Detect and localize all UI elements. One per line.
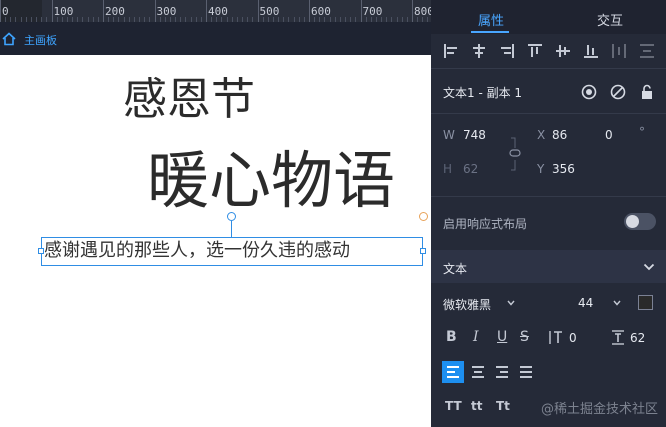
- responsive-layout-toggle[interactable]: [624, 213, 656, 230]
- rotation-input[interactable]: 0: [605, 128, 613, 142]
- align-right-icon[interactable]: [499, 43, 515, 59]
- ruler-major-tick: [309, 0, 310, 22]
- toggle-knob: [626, 215, 639, 228]
- text-section-header[interactable]: 文本: [431, 250, 666, 283]
- resize-handle-left[interactable]: [38, 248, 44, 254]
- chevron-down-icon[interactable]: [643, 262, 655, 272]
- height-label: H: [443, 162, 453, 176]
- x-input[interactable]: 86: [552, 128, 567, 142]
- divider: [431, 196, 666, 197]
- paragraph-align-right-icon[interactable]: [491, 361, 513, 383]
- layer-name: 文本1 - 副本 1: [443, 86, 523, 100]
- ruler-major-tick: [51, 0, 53, 22]
- rotation-stem: [231, 221, 232, 237]
- paragraph-align-center-icon[interactable]: [467, 361, 489, 383]
- canvas-text-thanksgiving[interactable]: 感恩节: [123, 78, 255, 122]
- paragraph-justify-icon[interactable]: [515, 361, 537, 383]
- font-size-select[interactable]: 44: [578, 296, 593, 310]
- chevron-down-icon[interactable]: [613, 300, 621, 306]
- tab-interaction[interactable]: 交互: [597, 10, 623, 29]
- divider: [431, 68, 666, 69]
- link-ratio-icon[interactable]: [508, 136, 522, 172]
- align-left-icon[interactable]: [443, 43, 459, 59]
- unlock-icon[interactable]: [639, 84, 655, 100]
- align-top-icon[interactable]: [527, 43, 543, 59]
- strikethrough-button[interactable]: S: [520, 329, 529, 345]
- responsive-layout-label: 启用响应式布局: [443, 217, 528, 231]
- panel-tabs: 属性 交互: [431, 0, 666, 34]
- y-label: Y: [537, 162, 545, 176]
- watermark-text: @稀土掘金技术社区: [541, 402, 659, 417]
- bold-button[interactable]: B: [446, 329, 457, 345]
- active-tab-indicator: [471, 31, 509, 33]
- ruler-major-tick: [412, 0, 413, 22]
- align-middle-v-icon[interactable]: [555, 43, 571, 59]
- x-label: X: [537, 128, 546, 142]
- ruler-major-tick: [0, 0, 1, 22]
- ruler-major-tick: [154, 0, 156, 22]
- line-height-icon: [612, 330, 624, 345]
- capitalize-button[interactable]: Tt: [496, 399, 510, 413]
- resize-handle-right[interactable]: [420, 248, 426, 254]
- width-input[interactable]: 748: [463, 128, 486, 142]
- breadcrumb-main-artboard[interactable]: 主画板: [24, 32, 57, 48]
- alignment-toolbar: [431, 34, 666, 68]
- font-family-select[interactable]: 微软雅黑: [443, 296, 491, 313]
- width-label: W: [443, 128, 455, 142]
- divider: [431, 113, 666, 114]
- paragraph-align-left-icon[interactable]: [442, 361, 464, 383]
- canvas-text-warm-story[interactable]: 暖心物语: [147, 150, 395, 212]
- uppercase-button[interactable]: TT: [445, 399, 462, 413]
- letter-spacing-input[interactable]: 0: [569, 331, 577, 345]
- height-input[interactable]: 62: [463, 162, 478, 176]
- design-canvas[interactable]: 感恩节 暖心物语 感谢遇见的那些人，选一份久违的感动: [0, 55, 431, 427]
- underline-button[interactable]: U: [497, 329, 507, 345]
- eye-icon[interactable]: [581, 84, 597, 100]
- ruler-major-tick: [206, 0, 207, 22]
- horizontal-ruler: 0 100 200 300 400 500 600 700 800: [0, 0, 431, 22]
- ruler-major-tick: [257, 0, 259, 22]
- line-height-input[interactable]: 62: [630, 331, 645, 345]
- distribute-v-icon[interactable]: [639, 43, 655, 59]
- disable-icon[interactable]: [610, 84, 626, 100]
- tab-properties[interactable]: 属性: [478, 10, 504, 29]
- property-panel: 属性 交互 文本1 - 副本 1 W 748 X 86 0 ° H 62 Y 3…: [431, 0, 666, 427]
- distribute-h-icon[interactable]: [611, 43, 627, 59]
- home-icon[interactable]: [2, 32, 16, 46]
- rotation-handle[interactable]: [227, 212, 236, 221]
- text-section-title: 文本: [443, 262, 468, 276]
- align-bottom-icon[interactable]: [583, 43, 599, 59]
- rotation-unit: °: [639, 125, 645, 139]
- ruler-major-tick: [360, 0, 362, 22]
- letter-spacing-icon: [549, 331, 562, 344]
- font-color-swatch[interactable]: [638, 295, 653, 310]
- italic-button[interactable]: I: [473, 329, 479, 345]
- align-center-h-icon[interactable]: [471, 43, 487, 59]
- selection-box[interactable]: [41, 237, 423, 266]
- chevron-down-icon[interactable]: [507, 300, 515, 306]
- pivot-point[interactable]: [419, 212, 428, 221]
- y-input[interactable]: 356: [552, 162, 575, 176]
- ruler-major-tick: [103, 0, 104, 22]
- lowercase-button[interactable]: tt: [471, 399, 482, 413]
- breadcrumb: 主画板: [0, 22, 431, 55]
